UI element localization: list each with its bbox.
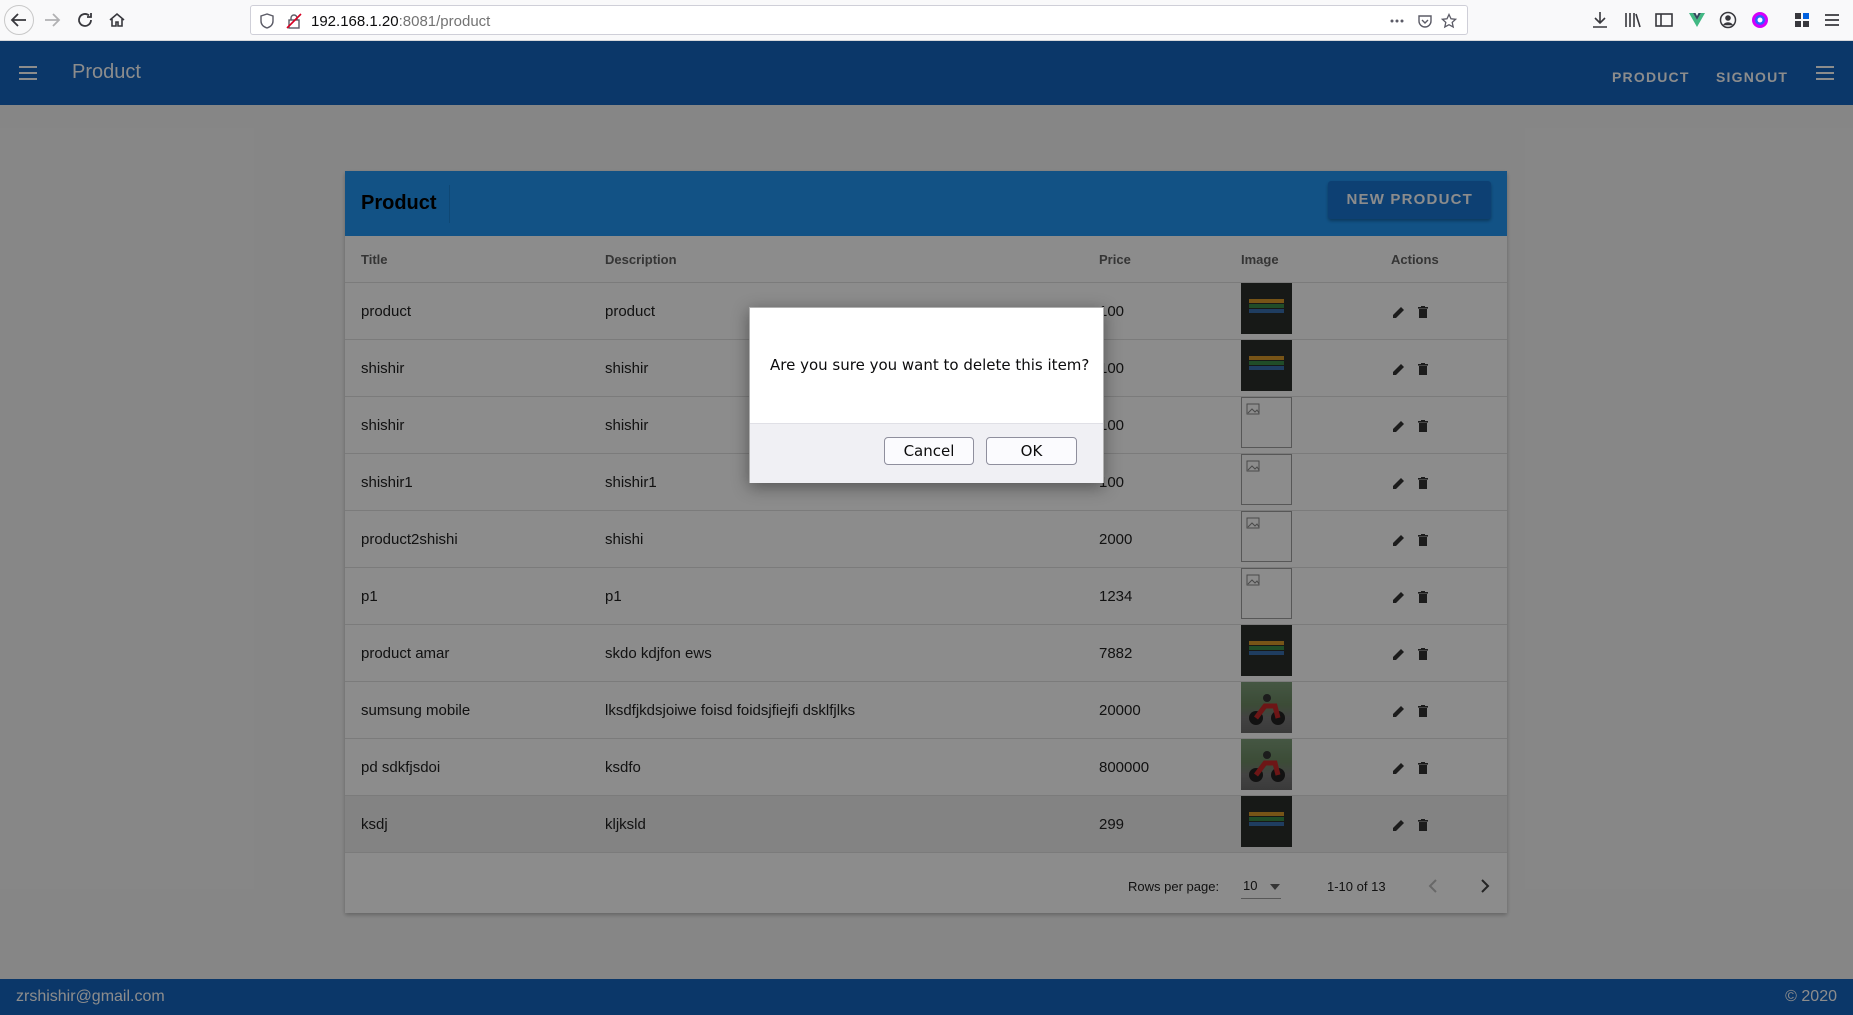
reload-button[interactable] [70, 5, 100, 35]
url-bar[interactable]: 192.168.1.20:8081/product [250, 5, 1468, 35]
browser-toolbar: 192.168.1.20:8081/product [0, 0, 1853, 41]
modal-overlay[interactable] [0, 41, 1853, 1015]
forward-button[interactable] [37, 5, 67, 35]
home-button[interactable] [102, 5, 132, 35]
home-icon [109, 12, 125, 27]
more-actions-icon[interactable] [1389, 13, 1405, 29]
extensions-icon[interactable] [1792, 10, 1812, 30]
url-path: :8081/product [398, 13, 491, 30]
downloads-icon[interactable] [1590, 10, 1610, 30]
shield-icon[interactable] [259, 13, 275, 29]
dialog-message: Are you sure you want to delete this ite… [770, 356, 1090, 374]
forward-arrow-icon [45, 13, 61, 27]
back-arrow-icon [10, 13, 26, 27]
url-host: 192.168.1.20 [311, 13, 399, 30]
insecure-lock-icon[interactable] [286, 13, 302, 29]
sidebar-icon[interactable] [1654, 10, 1674, 30]
library-icon[interactable] [1623, 10, 1643, 30]
dialog-footer: Cancel OK [750, 423, 1103, 483]
vue-devtools-icon[interactable] [1687, 10, 1707, 30]
back-button[interactable] [4, 5, 34, 35]
cancel-button[interactable]: Cancel [884, 437, 974, 465]
browser-menu-icon[interactable] [1822, 10, 1842, 30]
reload-icon [78, 13, 92, 27]
pocket-icon[interactable] [1417, 13, 1433, 29]
bookmark-star-icon[interactable] [1441, 13, 1457, 29]
url-text[interactable]: 192.168.1.20:8081/product [311, 13, 490, 30]
ok-button[interactable]: OK [986, 437, 1077, 465]
color-picker-icon[interactable] [1750, 10, 1770, 30]
account-icon[interactable] [1718, 10, 1738, 30]
confirm-dialog: Are you sure you want to delete this ite… [749, 307, 1104, 483]
